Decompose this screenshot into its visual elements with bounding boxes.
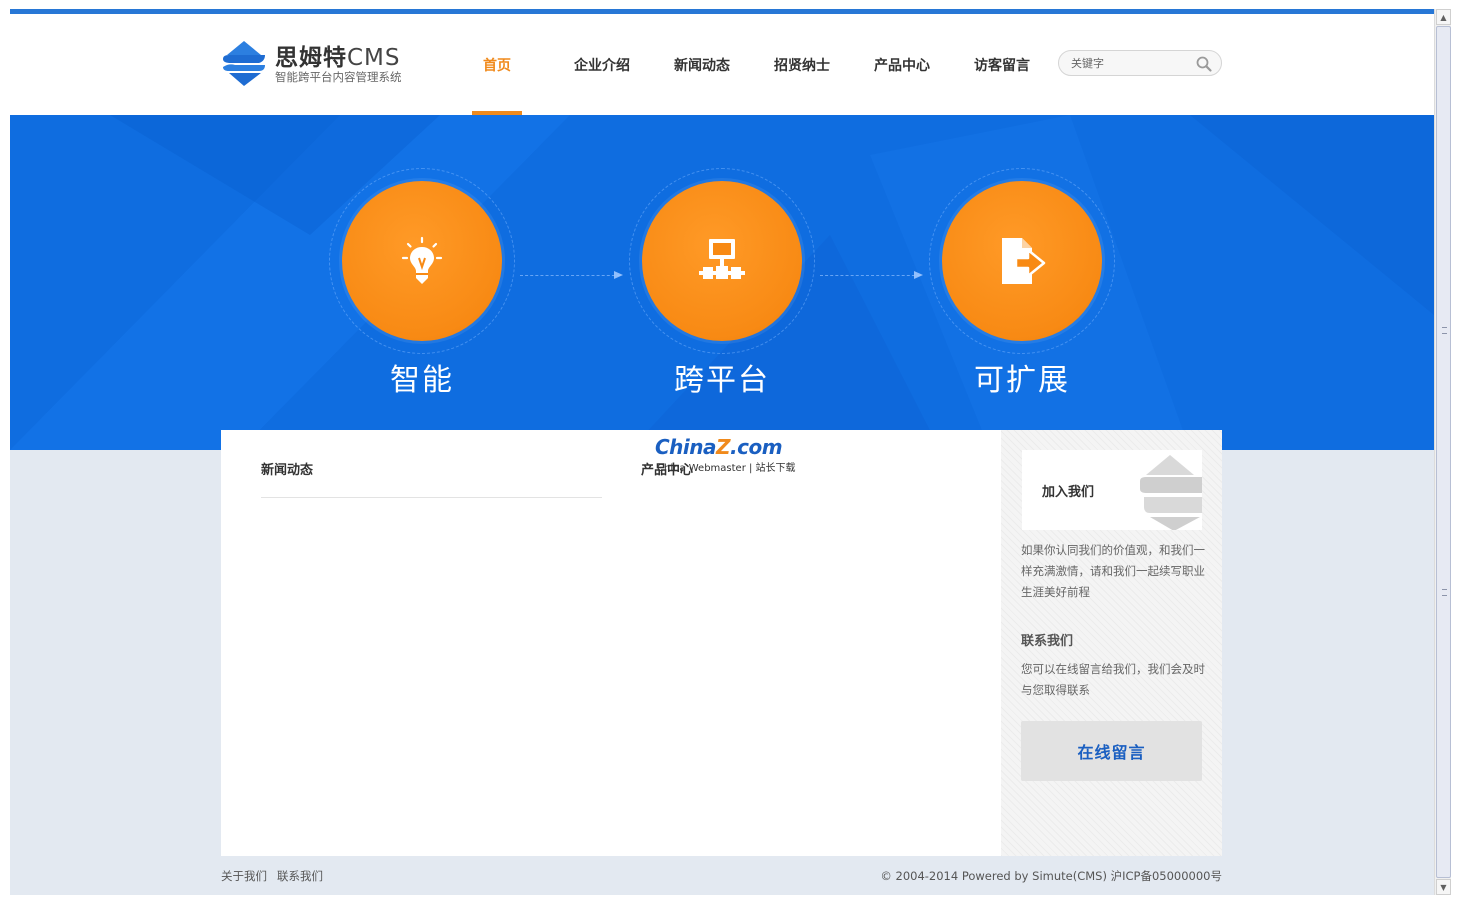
watermark-logo-main: China xyxy=(655,435,717,459)
sidebar: 加入我们 如果你认同我们的价值观，和我们一样充满激情，请和我们一起续写职业生涯美… xyxy=(1001,430,1222,856)
join-us-title: 加入我们 xyxy=(1042,485,1095,500)
feature-label-smart: 智能 xyxy=(390,363,454,398)
join-us-text: 如果你认同我们的价值观，和我们一样充满激情，请和我们一起续写职业生涯美好前程 xyxy=(1021,543,1205,599)
site-header: 思姆特CMS 智能跨平台内容管理系统 首页 企业介绍 新闻动态 招贤纳士 产品中… xyxy=(10,14,1434,115)
nav-item-products[interactable]: 产品中心 xyxy=(852,14,952,115)
contact-us-text: 您可以在线留言给我们，我们会及时与您取得联系 xyxy=(1021,662,1205,697)
logo-mark-icon xyxy=(223,41,265,86)
footer-link-about[interactable]: 关于我们 xyxy=(221,868,267,884)
footer-link-contact[interactable]: 联系我们 xyxy=(277,868,323,884)
scroll-up-arrow-icon[interactable]: ▲ xyxy=(1436,9,1451,25)
search-icon[interactable] xyxy=(1195,55,1213,73)
site-logo[interactable]: 思姆特CMS 智能跨平台内容管理系统 xyxy=(221,36,421,88)
window-bottom-edge xyxy=(0,895,1459,906)
flow-arrow-1-head xyxy=(614,271,623,279)
nav-item-news[interactable]: 新闻动态 xyxy=(652,14,752,115)
browser-viewport: 思姆特CMS 智能跨平台内容管理系统 首页 企业介绍 新闻动态 招贤纳士 产品中… xyxy=(10,9,1434,895)
join-us-box: 加入我们 xyxy=(1022,450,1202,530)
chinaz-watermark: ChinaZ.com China Webmaster | 站长下载 xyxy=(655,435,805,475)
flow-arrow-2 xyxy=(820,275,920,276)
scrollbar-thumb[interactable] xyxy=(1436,26,1451,878)
watermark-logo: ChinaZ.com xyxy=(655,435,783,459)
search-input[interactable] xyxy=(1071,55,1191,71)
scrollbar-grip-icon xyxy=(1442,327,1447,334)
scroll-down-arrow-icon[interactable]: ▼ xyxy=(1436,879,1451,895)
vertical-scrollbar[interactable]: ▲ ▼ xyxy=(1434,9,1451,895)
search-box xyxy=(1058,50,1222,76)
nav-item-home[interactable]: 首页 xyxy=(472,14,522,115)
decorative-logo-icon xyxy=(1140,455,1202,530)
contact-us-title: 联系我们 xyxy=(1021,634,1074,649)
main-nav: 首页 企业介绍 新闻动态 招贤纳士 产品中心 访客留言 xyxy=(472,14,1052,115)
footer-links: 关于我们 联系我们 xyxy=(221,868,323,884)
main-content: 新闻动态 产品中心 ChinaZ.com China Webmaster | 站… xyxy=(221,430,1222,856)
brand-name: 思姆特CMS xyxy=(275,45,401,71)
brand-name-suffix: CMS xyxy=(347,45,401,71)
flow-arrow-2-head xyxy=(914,271,923,279)
watermark-logo-z: Z xyxy=(716,435,731,459)
copyright-text: © 2004-2014 Powered by Simute(CMS) 沪ICP备… xyxy=(880,869,1222,883)
flow-arrow-1 xyxy=(520,275,620,276)
news-section-title[interactable]: 新闻动态 xyxy=(261,459,313,478)
network-icon xyxy=(699,239,745,279)
watermark-logo-suffix: .com xyxy=(730,435,783,459)
document-export-icon xyxy=(1002,238,1046,284)
nav-item-about[interactable]: 企业介绍 xyxy=(552,14,652,115)
watermark-subtitle: China Webmaster | 站长下载 xyxy=(657,463,796,474)
brand-tagline: 智能跨平台内容管理系统 xyxy=(275,70,402,84)
feature-circle-extensible xyxy=(942,181,1102,341)
feature-label-cross-platform: 跨平台 xyxy=(674,363,770,398)
lightbulb-icon xyxy=(401,236,443,284)
news-divider xyxy=(261,497,602,498)
hero-banner: 智能 跨平台 可扩展 xyxy=(10,115,1434,450)
scrollbar-grip-icon xyxy=(1442,589,1447,596)
online-message-button[interactable]: 在线留言 xyxy=(1021,721,1202,781)
feature-label-extensible: 可扩展 xyxy=(974,363,1070,398)
nav-item-careers[interactable]: 招贤纳士 xyxy=(752,14,852,115)
nav-item-guestbook[interactable]: 访客留言 xyxy=(952,14,1052,115)
feature-circle-smart xyxy=(342,181,502,341)
feature-circle-cross-platform xyxy=(642,181,802,341)
